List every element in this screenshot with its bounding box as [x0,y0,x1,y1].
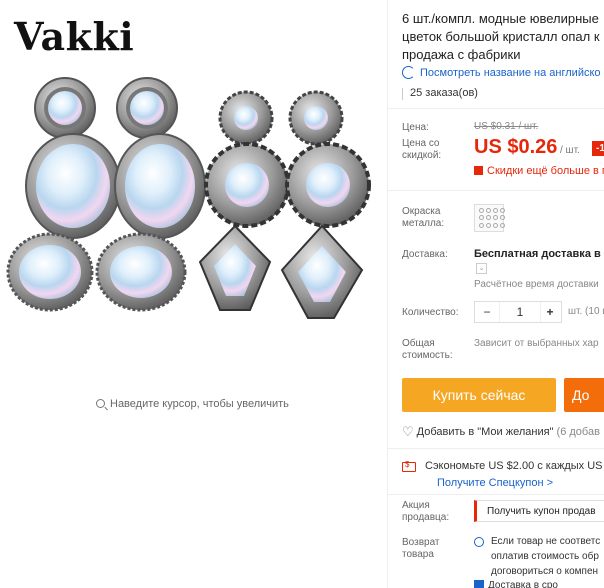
sale-price-label-1: Цена со [402,138,440,149]
brand-logo: Vakki [14,14,135,59]
stud-small-1 [34,77,96,139]
drop-ornate-3 [198,224,272,311]
seller-promo-label-1: Акция [402,500,430,511]
zoom-hint: Наведите курсор, чтобы увеличить [96,398,289,410]
buy-now-button[interactable]: Купить сейчас [402,378,556,412]
zoom-hint-text: Наведите курсор, чтобы увеличить [110,398,289,410]
returns-line: Если товар не соответс [491,536,601,547]
sale-price-label-2: скидкой: [402,150,442,161]
color-label-2: металла: [402,218,445,229]
translate-link-text: Посмотреть название на английско [420,67,601,79]
shipping-value[interactable]: Бесплатная доставка в R [474,248,604,260]
translate-link[interactable]: Посмотреть название на английско [402,66,601,79]
heart-icon: ♡ [402,424,414,439]
orders-text: 25 заказа(ов) [410,87,478,99]
title-line: 6 шт./компл. модные ювелирные [402,11,599,26]
quantity-input[interactable]: 1 [499,302,541,322]
quantity-stepper: − 1 + [474,301,562,323]
divider [388,448,604,449]
oval-beaded-2 [95,232,187,312]
returns-line: договориться о компен [491,566,599,577]
orders-count: 25 заказа(ов) [402,87,478,100]
product-title: 6 шт./компл. модные ювелирные цветок бол… [402,10,604,64]
stud-small-3 [218,90,274,146]
quantity-label: Количество: [402,307,459,318]
shipping-label: Доставка: [402,249,448,260]
drop-ornate-4 [280,224,364,319]
returns-line: оплатив стоимость обр [491,551,599,562]
quantity-minus-button[interactable]: − [475,302,499,322]
returns-label-2: товара [402,549,434,560]
color-label-1: Окраска [402,206,441,217]
total-label-2: стоимость: [402,350,453,361]
delivery-guarantee: Доставка в сро [474,580,558,588]
stud-small-4 [288,90,344,146]
round-large-4 [285,142,371,228]
delivery-guarantee-text: Доставка в сро [488,580,558,588]
quantity-unit: шт. (10 шт [568,306,604,317]
divider [388,494,604,495]
divider [388,190,604,191]
gift-icon [474,166,483,175]
more-discounts-text: Скидки ещё больше в п [487,165,604,177]
truck-icon [474,580,484,588]
magnifier-icon [96,399,105,408]
returns-text: Если товар не соответс оплатив стоимость… [491,534,600,579]
get-seller-coupon-button[interactable]: Получить купон продав [474,500,604,522]
wishlist-count: (6 добав [556,426,600,438]
product-gallery: Vakki Наведите курсор, чтобы увеличить [0,0,386,588]
oval-large-2 [114,133,206,239]
title-line: продажа с фабрики [402,47,521,62]
more-discounts-link[interactable]: Скидки ещё больше в п [474,165,604,177]
stud-small-2 [116,77,178,139]
quantity-plus-button[interactable]: + [539,302,561,322]
old-price: US $0.31 / шт. [474,121,539,132]
total-label-1: Общая [402,338,435,349]
price-label: Цена: [402,122,429,133]
shield-icon [474,537,484,547]
coupon-text: Сэкономьте US $2.00 с каждых US [425,460,603,472]
delivery-time: Расчётное время доставки [474,279,599,290]
coupon-icon [402,460,416,472]
round-large-3 [204,142,290,228]
separator [402,88,403,100]
translate-icon [402,66,415,79]
wishlist-link[interactable]: ♡ Добавить в "Мои желания" (6 добав [402,424,600,440]
color-swatch[interactable] [474,204,505,232]
total-value: Зависит от выбранных хар [474,338,599,349]
product-image[interactable]: Vakki [0,0,386,380]
returns-label-1: Возврат [402,537,440,548]
seller-promo-label-2: продавца: [402,512,450,523]
discount-badge: -16 [592,141,604,156]
divider [388,108,604,109]
get-coupon-link[interactable]: Получите Спецкупон > [437,477,553,489]
sale-price: US $0.26 [474,136,558,158]
product-info: 6 шт./компл. модные ювелирные цветок бол… [388,0,604,588]
title-line: цветок большой кристалл опал к [402,29,600,44]
add-to-cart-button[interactable]: До [564,378,604,412]
oval-beaded-1 [6,232,94,312]
oval-large-1 [25,133,121,239]
shipping-dropdown-icon[interactable]: ⌄ [476,263,487,274]
price-unit: / шт. [560,145,580,156]
wishlist-label: Добавить в "Мои желания" [416,426,554,438]
